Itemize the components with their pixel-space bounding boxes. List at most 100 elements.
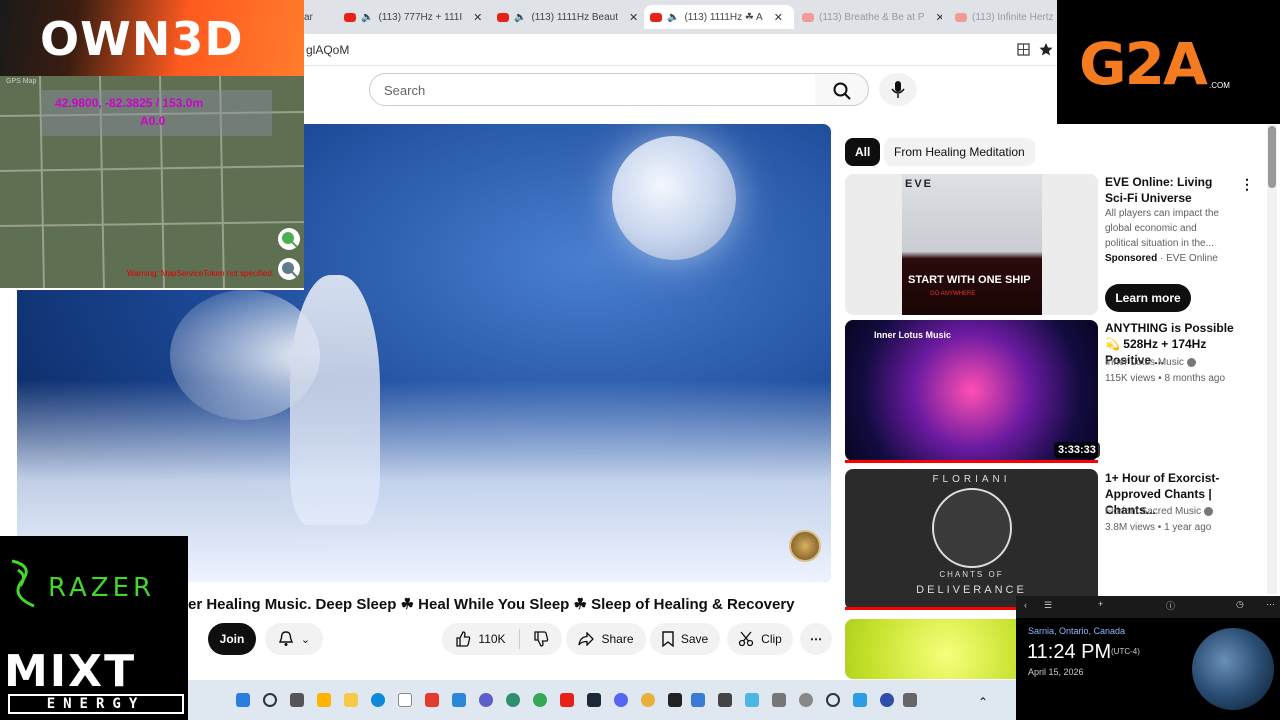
bookmark-star-icon[interactable] [1039,42,1053,56]
thumbs-down-icon[interactable] [533,631,549,647]
tab-partial[interactable]: ar [304,5,318,29]
energy-text: ENERGY [8,694,184,714]
url-text[interactable]: glAQoM [306,43,349,57]
tab-1111hz-beaut[interactable]: 🔈 (113) 1111Hz Beaut ✕ [497,5,642,29]
notepad-icon[interactable] [745,693,759,707]
steam-icon[interactable] [587,693,601,707]
chrome-icon[interactable] [533,693,547,707]
close-icon[interactable]: ✕ [629,11,638,24]
discord-icon[interactable] [614,693,628,707]
mixt-text: MIXT [4,646,137,697]
app-icon[interactable] [668,693,682,707]
thumbs-up-icon[interactable] [455,631,471,647]
app-icon[interactable] [772,693,786,707]
app-icon[interactable] [880,693,894,707]
verified-icon [1186,357,1196,367]
scissors-icon [739,631,754,647]
task-view-icon[interactable] [290,693,304,707]
clock-icon[interactable]: ◷ [1236,599,1244,610]
video-thumbnail-lotus[interactable] [845,320,1098,461]
mail-icon[interactable] [452,693,466,707]
add-icon[interactable]: + [1098,599,1103,609]
youtube-app-icon[interactable] [560,693,574,707]
ad-sponsor-line: Sponsored · EVE Online [1105,253,1218,264]
duration-badge: 3:33:33 [1054,442,1100,458]
share-button[interactable]: Share [566,623,646,655]
extensions-icon[interactable] [1017,43,1030,56]
globe-icon[interactable] [506,693,520,707]
tab-title: (113) Infinite Hertz [972,11,1054,23]
tab-777hz[interactable]: 🔈 (113) 777Hz + 111I ✕ [344,5,489,29]
tab-title: (113) 1111Hz Beaut [531,11,618,23]
back-icon[interactable]: ‹ [1024,600,1027,610]
tab-title: (113) Breathe & Be at P [819,11,925,23]
search-button[interactable] [815,73,869,106]
notification-bell-button[interactable]: ⌄ [265,623,323,655]
settings-gear-icon[interactable] [799,693,813,707]
chip-healing-meditation[interactable]: From Healing Meditation [884,138,1035,166]
scrollbar-thumb[interactable] [1268,126,1276,188]
like-count: 110K [478,632,506,646]
clip-button[interactable]: Clip [727,623,793,655]
menu-icon[interactable]: ☰ [1044,600,1052,611]
info-icon[interactable]: ⓘ [1166,599,1175,612]
app-icon[interactable] [425,693,439,707]
more-actions-button[interactable]: ⋯ [800,623,832,655]
windows-start-icon[interactable] [236,693,250,707]
clock-widget-toolbar: ‹ ☰ + ⓘ ◷ ⋯ [1016,596,1280,618]
ad-subtag: GO ANYWHERE [930,291,976,297]
file-explorer-icon[interactable] [344,693,358,707]
tab-breathe[interactable]: (113) Breathe & Be at P ✕ [802,5,942,29]
edge-browser-icon[interactable] [371,693,385,707]
media-player-icon[interactable] [826,693,840,707]
store-icon[interactable] [398,693,412,707]
channel-label: Inner Lotus Music [1105,357,1184,368]
save-button[interactable]: Save [650,623,720,655]
moon [612,136,736,260]
app-icon[interactable] [718,693,732,707]
zoom-in-icon[interactable] [278,228,300,250]
ad-title[interactable]: EVE Online: Living Sci-Fi Universe [1105,174,1233,206]
more-vert-icon[interactable]: ⋮ [1240,176,1254,193]
voice-search-button[interactable] [879,73,917,106]
close-icon[interactable]: ✕ [774,11,783,24]
thumbnail-text: CHANTS OF [939,570,1004,579]
youtube-icon [802,12,814,22]
chip-all[interactable]: All [845,138,881,166]
join-button[interactable]: Join [208,623,256,655]
join-label: Join [219,632,245,646]
close-icon[interactable]: ✕ [935,11,942,24]
like-dislike-group[interactable]: 110K [442,623,562,655]
save-label: Save [680,632,709,646]
address-bar[interactable]: glAQoM [304,34,1057,66]
channel-name[interactable]: Inner Lotus Music [1105,355,1220,370]
close-icon[interactable]: ✕ [473,11,482,24]
verified-icon [1204,506,1214,516]
clock-date: April 15, 2026 [1028,667,1084,677]
search-icon[interactable] [263,693,277,707]
mixt-energy-logo: MIXT ENERGY [0,646,188,718]
tab-active[interactable]: 🔈 (113) 1111Hz ☘ A ✕ [644,5,794,29]
photos-icon[interactable] [691,693,705,707]
g2a-domain: .COM [1209,81,1230,90]
app-icon[interactable] [903,693,917,707]
search-input[interactable]: Search [369,73,816,106]
teams-icon[interactable] [479,693,493,707]
g2a-banner: G2A .COM [1057,0,1280,124]
tab-infinite-hertz[interactable]: (113) Infinite Hertz [955,5,1057,29]
scrollbar[interactable] [1267,124,1277,594]
channel-watermark-icon[interactable] [789,530,821,562]
microphone-icon [891,81,905,98]
zoom-out-icon[interactable] [278,258,300,280]
chevron-up-icon[interactable]: ⌃ [978,693,992,709]
chip-label: From Healing Meditation [894,145,1025,159]
channel-name[interactable]: Floriani Sacred Music [1105,504,1220,519]
learn-more-button[interactable]: Learn more [1105,284,1191,312]
cta-label: Learn more [1115,291,1181,305]
app-icon[interactable] [641,693,655,707]
widgets-icon[interactable] [317,693,331,707]
app-icon[interactable] [853,693,867,707]
more-dots-icon[interactable]: ⋯ [1266,599,1275,610]
thumbnail-text: FLORIANI [932,474,1011,485]
chip-label: All [855,145,871,159]
